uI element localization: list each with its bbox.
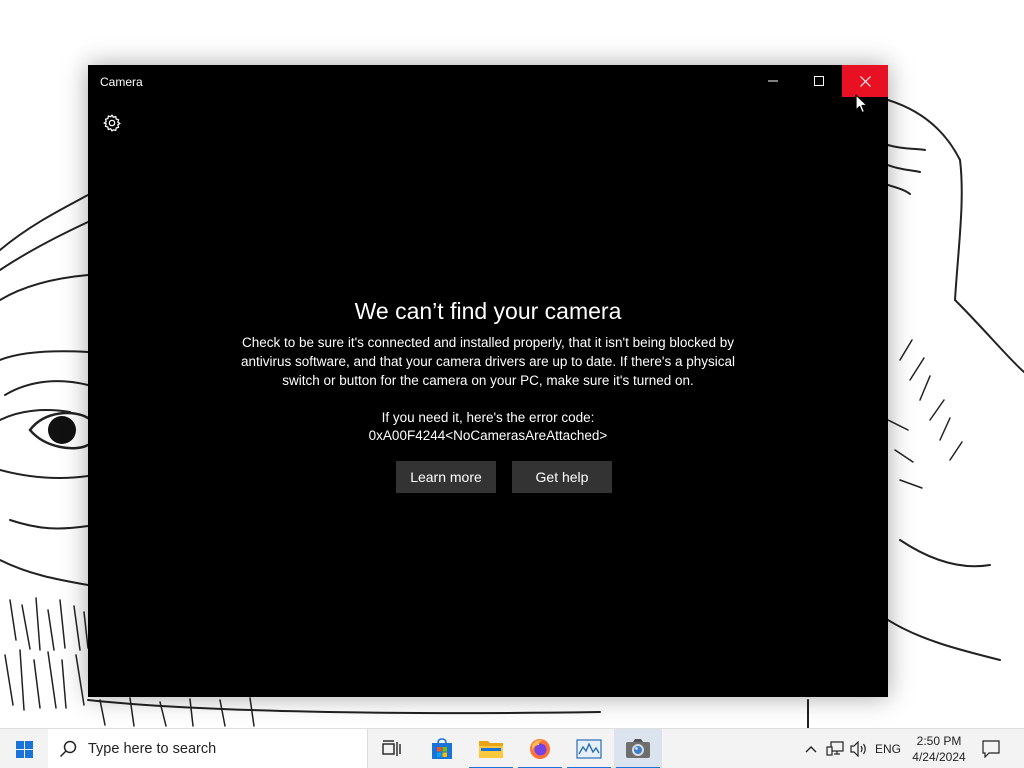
firefox-icon xyxy=(530,739,550,759)
mouse-cursor-icon xyxy=(855,94,868,114)
clock[interactable]: 2:50 PM 4/24/2024 xyxy=(906,729,972,768)
error-description: Check to be sure it's connected and inst… xyxy=(240,335,736,388)
taskbar-search-box[interactable]: Type here to search xyxy=(48,729,368,768)
camera-window: Camera We can’t find your camera Check t… xyxy=(88,65,888,697)
settings-button[interactable] xyxy=(100,111,124,135)
action-center-button[interactable] xyxy=(976,729,1006,768)
input-language-indicator[interactable]: ENG xyxy=(872,729,904,768)
close-icon xyxy=(859,75,871,87)
learn-more-button[interactable]: Learn more xyxy=(396,461,496,493)
start-button[interactable] xyxy=(0,729,48,768)
minimize-button[interactable] xyxy=(750,65,796,97)
maximize-icon xyxy=(814,76,824,86)
firefox-button[interactable] xyxy=(516,729,564,768)
camera-taskbar-button[interactable] xyxy=(614,729,662,768)
microsoft-store-button[interactable] xyxy=(418,729,466,768)
maximize-button[interactable] xyxy=(796,65,842,97)
windows-logo-icon xyxy=(15,740,33,758)
taskbar: Type here to search ENG 2:50 PM 4/24/202… xyxy=(0,728,1024,768)
network-icon xyxy=(826,741,844,756)
task-view-icon xyxy=(382,740,401,756)
microsoft-store-icon xyxy=(432,738,452,759)
error-code-label: If you need it, here's the error code: xyxy=(381,410,595,425)
window-title: Camera xyxy=(100,75,143,89)
speaker-icon xyxy=(850,741,866,757)
show-hidden-icons-button[interactable] xyxy=(800,729,822,768)
clock-date: 4/24/2024 xyxy=(912,750,966,764)
gear-icon xyxy=(103,114,121,132)
get-help-button[interactable]: Get help xyxy=(512,461,612,493)
minimize-icon xyxy=(768,80,778,82)
notification-icon xyxy=(982,740,1000,758)
camera-icon xyxy=(626,739,650,758)
network-button[interactable] xyxy=(824,729,846,768)
performance-monitor-icon xyxy=(576,739,602,759)
task-view-button[interactable] xyxy=(368,729,416,768)
action-buttons: Learn more Get help xyxy=(396,461,612,493)
error-panel: We can’t find your camera Check to be su… xyxy=(238,295,738,445)
search-placeholder: Type here to search xyxy=(88,741,217,757)
clock-time: 2:50 PM xyxy=(916,734,962,748)
title-bar[interactable]: Camera xyxy=(88,65,888,97)
chevron-up-icon xyxy=(805,746,817,753)
file-explorer-icon xyxy=(479,741,503,758)
search-icon xyxy=(48,729,88,768)
error-code: 0xA00F4244<NoCamerasAreAttached> xyxy=(368,428,608,443)
error-title: We can’t find your camera xyxy=(354,298,622,324)
performance-monitor-button[interactable] xyxy=(565,729,613,768)
volume-button[interactable] xyxy=(848,729,870,768)
close-button[interactable] xyxy=(842,65,888,97)
file-explorer-button[interactable] xyxy=(467,729,515,768)
